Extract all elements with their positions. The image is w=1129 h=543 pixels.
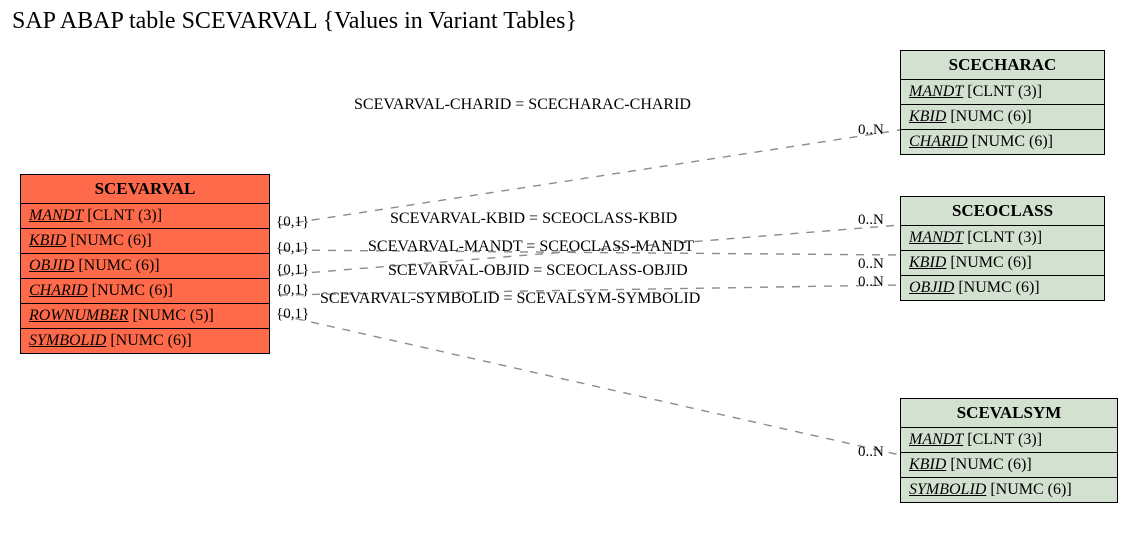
field-row: MANDT [CLNT (3)] [901, 226, 1104, 251]
page-title: SAP ABAP table SCEVARVAL {Values in Vari… [12, 8, 577, 35]
field-type: [NUMC (6)] [950, 108, 1031, 125]
field-row: OBJID [NUMC (6)] [901, 276, 1104, 300]
field-name: KBID [29, 232, 66, 249]
cardinality-left: {0,1} [276, 306, 309, 323]
field-name: ROWNUMBER [29, 307, 129, 324]
field-type: [NUMC (6)] [950, 254, 1031, 271]
field-name: KBID [909, 456, 946, 473]
field-row: KBID [NUMC (6)] [901, 105, 1104, 130]
entity-sceoclass-header: SCEOCLASS [901, 197, 1104, 226]
entity-scecharac-header: SCECHARAC [901, 51, 1104, 80]
field-type: [NUMC (6)] [958, 279, 1039, 296]
field-row: KBID [NUMC (6)] [901, 251, 1104, 276]
field-type: [NUMC (6)] [110, 332, 191, 349]
field-row: MANDT [CLNT (3)] [901, 80, 1104, 105]
field-name: OBJID [909, 279, 954, 296]
cardinality-right: 0..N [858, 274, 884, 291]
cardinality-left: {0,1} [276, 214, 309, 231]
field-type: [NUMC (6)] [78, 257, 159, 274]
field-row: CHARID [NUMC (6)] [901, 130, 1104, 154]
entity-scecharac: SCECHARAC MANDT [CLNT (3)] KBID [NUMC (6… [900, 50, 1105, 155]
field-type: [CLNT (3)] [87, 207, 162, 224]
field-row: SYMBOLID [NUMC (6)] [21, 329, 269, 353]
relation-label: SCEVARVAL-MANDT = SCEOCLASS-MANDT [368, 238, 694, 256]
field-name: KBID [909, 108, 946, 125]
field-name: MANDT [29, 207, 83, 224]
cardinality-right: 0..N [858, 444, 884, 461]
field-type: [NUMC (6)] [972, 133, 1053, 150]
field-name: SYMBOLID [29, 332, 106, 349]
field-row: CHARID [NUMC (6)] [21, 279, 269, 304]
entity-scevarval: SCEVARVAL MANDT [CLNT (3)] KBID [NUMC (6… [20, 174, 270, 354]
field-name: OBJID [29, 257, 74, 274]
field-row: MANDT [CLNT (3)] [901, 428, 1117, 453]
field-name: MANDT [909, 83, 963, 100]
field-row: MANDT [CLNT (3)] [21, 204, 269, 229]
field-type: [NUMC (6)] [70, 232, 151, 249]
cardinality-right: 0..N [858, 256, 884, 273]
relation-label: SCEVARVAL-KBID = SCEOCLASS-KBID [390, 210, 677, 228]
field-type: [NUMC (6)] [950, 456, 1031, 473]
field-type: [CLNT (3)] [967, 83, 1042, 100]
cardinality-left: {0,1} [276, 262, 309, 279]
field-row: KBID [NUMC (6)] [21, 229, 269, 254]
field-type: [CLNT (3)] [967, 229, 1042, 246]
entity-scevalsym: SCEVALSYM MANDT [CLNT (3)] KBID [NUMC (6… [900, 398, 1118, 503]
field-type: [NUMC (6)] [990, 481, 1071, 498]
cardinality-right: 0..N [858, 212, 884, 229]
entity-sceoclass: SCEOCLASS MANDT [CLNT (3)] KBID [NUMC (6… [900, 196, 1105, 301]
field-name: MANDT [909, 229, 963, 246]
field-row: SYMBOLID [NUMC (6)] [901, 478, 1117, 502]
field-name: MANDT [909, 431, 963, 448]
relation-label: SCEVARVAL-SYMBOLID = SCEVALSYM-SYMBOLID [320, 290, 700, 308]
relation-label: SCEVARVAL-CHARID = SCECHARAC-CHARID [354, 96, 691, 114]
field-row: ROWNUMBER [NUMC (5)] [21, 304, 269, 329]
field-row: OBJID [NUMC (6)] [21, 254, 269, 279]
entity-scevalsym-header: SCEVALSYM [901, 399, 1117, 428]
field-row: KBID [NUMC (6)] [901, 453, 1117, 478]
cardinality-right: 0..N [858, 122, 884, 139]
field-type: [CLNT (3)] [967, 431, 1042, 448]
field-name: CHARID [29, 282, 88, 299]
cardinality-left: {0,1} [276, 240, 309, 257]
relation-label: SCEVARVAL-OBJID = SCEOCLASS-OBJID [388, 262, 688, 280]
field-name: CHARID [909, 133, 968, 150]
field-type: [NUMC (5)] [133, 307, 214, 324]
field-type: [NUMC (6)] [92, 282, 173, 299]
cardinality-left: {0,1} [276, 282, 309, 299]
entity-scevarval-header: SCEVARVAL [21, 175, 269, 204]
field-name: KBID [909, 254, 946, 271]
field-name: SYMBOLID [909, 481, 986, 498]
